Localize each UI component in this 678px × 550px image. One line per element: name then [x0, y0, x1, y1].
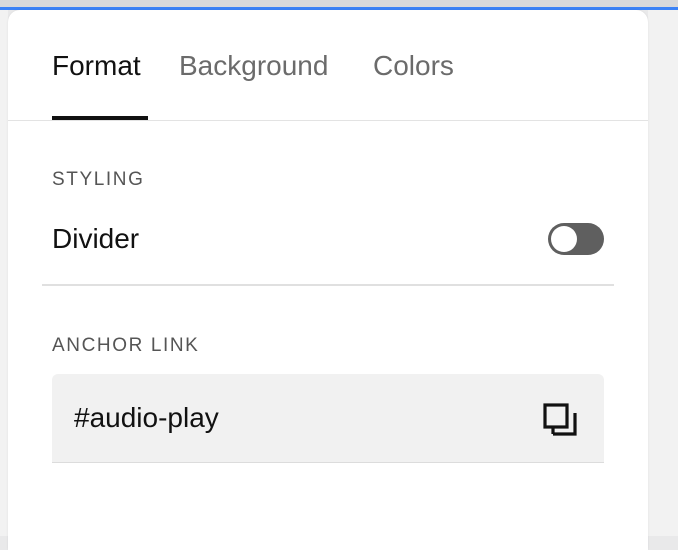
styling-section-label: STYLING	[52, 169, 145, 190]
tab-background[interactable]: Background	[179, 49, 328, 83]
anchor-link-field[interactable]: #audio-play	[52, 374, 604, 463]
active-tab-indicator	[52, 116, 148, 120]
right-gutter	[648, 10, 678, 536]
tab-colors[interactable]: Colors	[373, 49, 454, 83]
tab-bar: Format Background Colors	[8, 10, 648, 121]
section-settings-panel: Format Background Colors STYLING Divider…	[8, 10, 648, 550]
tab-format[interactable]: Format	[52, 49, 141, 83]
anchor-link-value: #audio-play	[74, 402, 219, 433]
divider-toggle[interactable]	[548, 223, 604, 255]
left-gutter	[0, 10, 8, 536]
copy-icon[interactable]	[540, 400, 580, 440]
divider-label: Divider	[52, 223, 140, 254]
anchor-link-section-label: ANCHOR LINK	[52, 335, 200, 356]
row-divider	[42, 284, 614, 286]
toggle-knob	[551, 226, 577, 252]
